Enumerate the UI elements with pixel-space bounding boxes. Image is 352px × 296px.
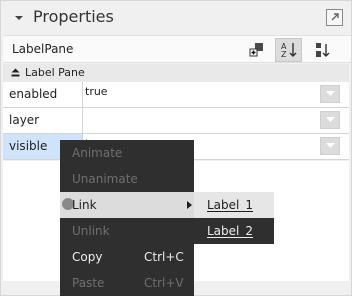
context-menu: Animate Unanimate Link Unlink Copy Ctrl+… — [60, 140, 194, 296]
property-row-layer[interactable]: layer — [3, 108, 349, 134]
chevron-down-icon — [325, 91, 335, 96]
add-property-icon — [249, 43, 263, 57]
popout-icon[interactable] — [326, 9, 343, 26]
dropdown-button[interactable] — [320, 137, 340, 155]
dropdown-button[interactable] — [320, 85, 340, 103]
group-label: Label Pane — [25, 66, 85, 79]
menu-item-copy[interactable]: Copy Ctrl+C — [60, 244, 194, 270]
panel-title: Properties — [33, 7, 114, 26]
dropdown-button[interactable] — [320, 111, 340, 129]
property-name: layer — [3, 108, 83, 133]
object-name: LabelPane — [12, 42, 74, 56]
chevron-down-icon — [325, 143, 335, 148]
menu-item-animate[interactable]: Animate — [60, 140, 194, 166]
submenu-item-label-1[interactable]: Label_1 — [194, 192, 274, 218]
menu-item-unanimate[interactable]: Unanimate — [60, 166, 194, 192]
svg-text:Z: Z — [281, 50, 287, 59]
property-name: enabled — [3, 82, 83, 107]
submenu-item-label-2[interactable]: Label_2 — [194, 218, 274, 244]
property-value[interactable]: true — [85, 85, 108, 98]
collapse-up-icon[interactable] — [11, 68, 20, 77]
sort-category-icon — [315, 43, 329, 57]
add-property-button[interactable] — [243, 38, 270, 62]
menu-item-unlink[interactable]: Unlink — [60, 218, 194, 244]
menu-item-link[interactable]: Link — [60, 192, 194, 218]
chevron-down-icon — [325, 117, 335, 122]
sort-alphabetical-icon: A Z — [281, 42, 296, 59]
submenu-arrow-icon — [187, 201, 192, 209]
link-submenu: Label_1 Label_2 — [194, 192, 274, 244]
menu-item-paste[interactable]: Paste Ctrl+V — [60, 270, 194, 296]
group-header-label-pane[interactable]: Label Pane — [3, 64, 349, 82]
panel-titlebar: Properties — [1, 1, 351, 35]
object-selector-row: LabelPane A Z — [3, 35, 351, 63]
chevron-down-icon[interactable] — [14, 13, 24, 23]
sort-category-button[interactable] — [309, 38, 336, 62]
sort-alphabetical-button[interactable]: A Z — [275, 38, 302, 62]
property-row-enabled[interactable]: enabled true — [3, 82, 349, 108]
shortcut-paste: Ctrl+V — [144, 276, 184, 290]
shortcut-copy: Ctrl+C — [144, 250, 184, 264]
